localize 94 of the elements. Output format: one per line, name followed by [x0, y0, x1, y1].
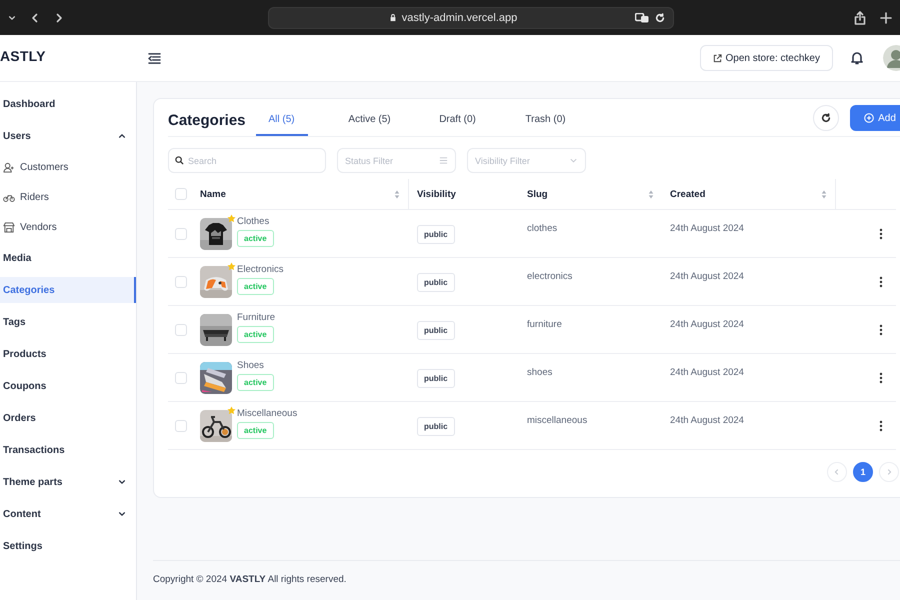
open-store-button[interactable]: Open store: ctechkey: [700, 45, 833, 71]
chevron-down-icon[interactable]: [8, 14, 16, 22]
chevron-up-icon[interactable]: [118, 132, 126, 140]
slug-text: electronics: [527, 271, 572, 282]
category-name: Miscellaneous: [237, 408, 298, 419]
lock-icon: [388, 13, 397, 22]
url-text: vastly-admin.vercel.app: [402, 12, 518, 24]
visibility-tag: public: [417, 369, 455, 388]
translate-icon[interactable]: [635, 12, 649, 22]
sidebar-item[interactable]: Vendors: [0, 212, 136, 242]
bell-icon[interactable]: [851, 51, 863, 65]
chevron-left-icon: [833, 468, 841, 476]
row-checkbox[interactable]: [175, 276, 187, 288]
row-checkbox[interactable]: [175, 420, 187, 432]
more-options-icon[interactable]: [879, 420, 883, 432]
row-checkbox[interactable]: [175, 372, 187, 384]
tab[interactable]: Active (5): [344, 98, 396, 136]
category-name: Furniture: [237, 312, 276, 323]
column-header[interactable]: Name: [200, 188, 226, 200]
address-bar[interactable]: vastly-admin.vercel.app: [268, 6, 674, 28]
created-date: 24th August 2024: [670, 271, 744, 282]
back-icon[interactable]: [30, 12, 40, 24]
page-title: Categories: [168, 110, 246, 128]
search-field[interactable]: Search: [168, 148, 326, 173]
sidebar-item[interactable]: Coupons: [0, 370, 136, 402]
more-options-icon[interactable]: [879, 228, 883, 240]
chevron-down-icon[interactable]: [118, 478, 126, 486]
person-add-icon: [3, 162, 15, 172]
status-badge: active: [237, 278, 274, 295]
add-button[interactable]: Add: [850, 105, 900, 131]
sidebar-item[interactable]: Orders: [0, 402, 136, 434]
more-options-icon[interactable]: [879, 276, 883, 288]
copyright-text: Copyright © 2024 VASTLY All rights reserved.: [153, 560, 900, 585]
row-checkbox[interactable]: [175, 228, 187, 240]
category-name: Clothes: [237, 216, 270, 227]
status-badge: active: [237, 326, 274, 343]
status-badge: active: [237, 422, 274, 439]
sidebar-item[interactable]: Dashboard: [0, 88, 136, 120]
slug-text: furniture: [527, 319, 562, 330]
chevron-right-icon: [885, 468, 893, 476]
visibility-tag: public: [417, 321, 455, 340]
tab[interactable]: Draft (0): [432, 98, 484, 136]
slug-text: miscellaneous: [527, 415, 588, 426]
more-options-icon[interactable]: [879, 324, 883, 336]
sidebar-item[interactable]: Users: [0, 120, 136, 152]
chevron-down-icon: [569, 156, 578, 165]
status-badge: active: [237, 230, 274, 247]
slug-text: clothes: [527, 223, 558, 234]
list-icon: [439, 156, 448, 165]
created-date: 24th August 2024: [670, 415, 744, 426]
forward-icon[interactable]: [54, 12, 64, 24]
created-date: 24th August 2024: [670, 223, 744, 234]
category-name: Electronics: [237, 264, 284, 275]
created-date: 24th August 2024: [670, 319, 744, 330]
filter-dropdown[interactable]: Status Filter: [337, 148, 456, 173]
visibility-tag: public: [417, 225, 455, 244]
search-icon: [175, 156, 184, 165]
sidebar-item[interactable]: Content: [0, 498, 136, 530]
sidebar-item[interactable]: Media: [0, 242, 136, 274]
visibility-tag: public: [417, 273, 455, 292]
more-options-icon[interactable]: [879, 372, 883, 384]
menu-collapse-icon[interactable]: [148, 52, 161, 64]
sidebar-item[interactable]: Categories: [0, 277, 136, 303]
filter-dropdown[interactable]: Visibility Filter: [467, 148, 586, 173]
logo: ASTLY: [0, 48, 47, 64]
sidebar-item[interactable]: Tags: [0, 306, 136, 338]
sidebar-item[interactable]: Products: [0, 338, 136, 370]
column-header[interactable]: Slug: [527, 188, 548, 200]
refresh-icon: [821, 113, 831, 123]
chevron-down-icon[interactable]: [118, 510, 126, 518]
sidebar-item[interactable]: Theme parts: [0, 466, 136, 498]
tab[interactable]: All (5): [256, 98, 308, 136]
store-icon: [3, 222, 15, 232]
created-date: 24th August 2024: [670, 367, 744, 378]
select-all-checkbox[interactable]: [175, 188, 187, 200]
reload-icon[interactable]: [655, 12, 665, 22]
column-header[interactable]: Visibility: [417, 188, 456, 200]
tab[interactable]: Trash (0): [520, 98, 572, 136]
plus-icon[interactable]: [880, 12, 892, 24]
category-name: Shoes: [237, 360, 264, 371]
refresh-button[interactable]: [813, 105, 839, 131]
status-badge: active: [237, 374, 274, 391]
sidebar-item[interactable]: Settings: [0, 530, 136, 562]
visibility-tag: public: [417, 417, 455, 436]
share-icon[interactable]: [854, 10, 866, 24]
sidebar-item[interactable]: Customers: [0, 152, 136, 182]
sidebar-item[interactable]: Riders: [0, 182, 136, 212]
column-header[interactable]: Created: [670, 188, 706, 200]
external-link-icon: [712, 54, 722, 62]
page-button[interactable]: 1: [853, 462, 873, 482]
sidebar-item[interactable]: Transactions: [0, 434, 136, 466]
row-checkbox[interactable]: [175, 324, 187, 336]
slug-text: shoes: [527, 367, 552, 378]
plus-circle-icon: [864, 113, 874, 123]
